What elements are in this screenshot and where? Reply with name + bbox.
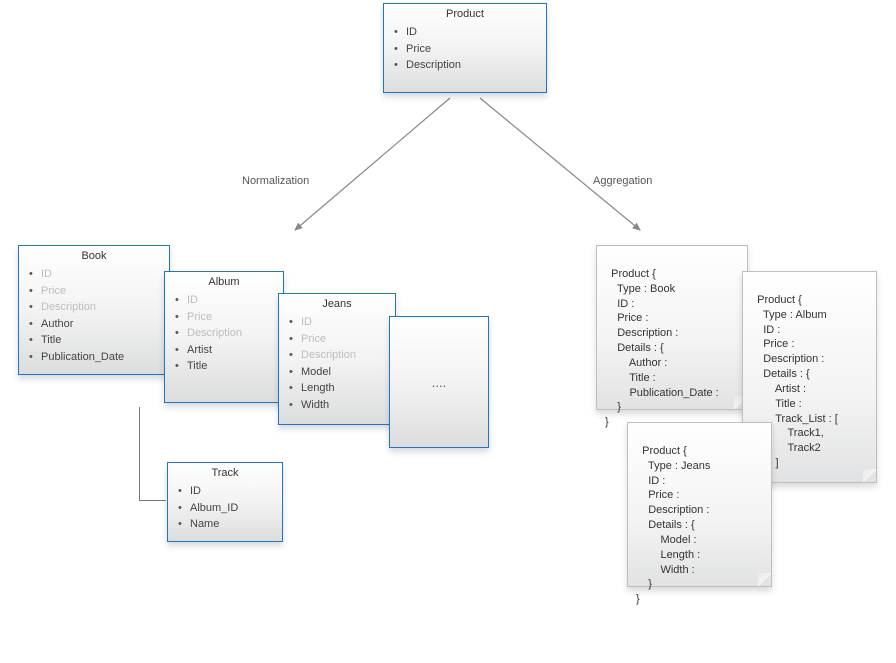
doc-fold-icon bbox=[758, 573, 772, 587]
product-jeans-body: Product { Type : Jeans ID : Price : Desc… bbox=[636, 445, 710, 605]
jeans-box: Jeans ID Price Description Model Length … bbox=[278, 293, 396, 425]
product-box: Product ID Price Description bbox=[383, 3, 547, 93]
album-attr: Price bbox=[175, 309, 277, 326]
album-attr: Title bbox=[175, 358, 277, 375]
jeans-attr: Description bbox=[289, 347, 389, 364]
book-attr: ID bbox=[29, 266, 163, 283]
jeans-attr: ID bbox=[289, 314, 389, 331]
album-attr: Description bbox=[175, 325, 277, 342]
jeans-title: Jeans bbox=[279, 294, 395, 312]
aggregation-label: Aggregation bbox=[593, 175, 652, 187]
book-attr: Title bbox=[29, 332, 163, 349]
product-attr: ID bbox=[394, 24, 540, 41]
more-box: .... bbox=[389, 316, 489, 448]
album-attr: Artist bbox=[175, 342, 277, 359]
product-book-doc: Product { Type : Book ID : Price : Descr… bbox=[596, 245, 748, 410]
product-title: Product bbox=[384, 4, 546, 22]
jeans-attr: Width bbox=[289, 397, 389, 414]
book-attr: Author bbox=[29, 316, 163, 333]
jeans-attr: Model bbox=[289, 364, 389, 381]
book-attr: Description bbox=[29, 299, 163, 316]
track-title: Track bbox=[168, 463, 282, 481]
album-box: Album ID Price Description Artist Title bbox=[164, 271, 284, 403]
product-jeans-doc: Product { Type : Jeans ID : Price : Desc… bbox=[627, 422, 772, 587]
more-dots: .... bbox=[390, 375, 488, 390]
book-attr: Price bbox=[29, 283, 163, 300]
product-attr: Description bbox=[394, 57, 540, 74]
track-attr: Name bbox=[178, 516, 276, 533]
book-box: Book ID Price Description Author Title P… bbox=[18, 245, 170, 375]
normalization-label: Normalization bbox=[242, 175, 309, 187]
album-attr: ID bbox=[175, 292, 277, 309]
book-attr: Publication_Date bbox=[29, 349, 163, 366]
product-book-body: Product { Type : Book ID : Price : Descr… bbox=[605, 268, 719, 428]
jeans-attr: Length bbox=[289, 380, 389, 397]
product-attr: Price bbox=[394, 41, 540, 58]
doc-fold-icon bbox=[863, 469, 877, 483]
album-title: Album bbox=[165, 272, 283, 290]
jeans-attr: Price bbox=[289, 331, 389, 348]
track-attr: ID bbox=[178, 483, 276, 500]
album-track-connector bbox=[139, 407, 166, 501]
book-title: Book bbox=[19, 246, 169, 264]
track-attr: Album_ID bbox=[178, 500, 276, 517]
track-box: Track ID Album_ID Name bbox=[167, 462, 283, 542]
